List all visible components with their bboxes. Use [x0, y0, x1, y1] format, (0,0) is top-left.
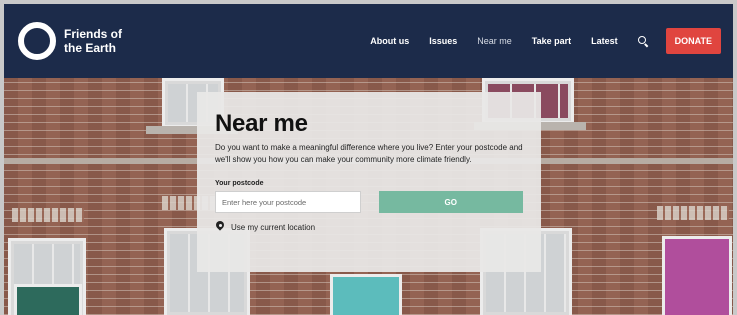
- main-nav: About us Issues Near me Take part Latest…: [350, 4, 721, 78]
- postcode-form: GO: [215, 191, 523, 213]
- site-header: Friends of the Earth About us Issues Nea…: [4, 4, 733, 78]
- logo[interactable]: Friends of the Earth: [18, 22, 134, 60]
- map-pin-icon: [215, 221, 225, 233]
- near-me-description: Do you want to make a meaningful differe…: [215, 143, 523, 164]
- use-current-location-label: Use my current location: [231, 222, 316, 232]
- near-me-card: Near me Do you want to make a meaningful…: [197, 92, 541, 272]
- logo-text: Friends of the Earth: [64, 27, 123, 55]
- postcode-input[interactable]: [215, 191, 361, 213]
- go-button[interactable]: GO: [378, 191, 523, 213]
- use-current-location-link[interactable]: Use my current location: [215, 221, 523, 233]
- page: Friends of the Earth About us Issues Nea…: [4, 4, 733, 315]
- door-magenta: [662, 236, 732, 315]
- postcode-label: Your postcode: [215, 180, 264, 187]
- nav-item-near-me[interactable]: Near me: [477, 36, 512, 46]
- door-green: [14, 284, 82, 315]
- page-title: Near me: [215, 110, 308, 137]
- logo-ring-icon: [18, 22, 56, 60]
- door-teal: [330, 274, 402, 315]
- brick-arch: [657, 206, 729, 220]
- donate-button[interactable]: DONATE: [665, 28, 721, 54]
- nav-item-issues[interactable]: Issues: [429, 36, 457, 46]
- brick-arch: [12, 208, 84, 222]
- nav-item-about-us[interactable]: About us: [370, 36, 409, 46]
- nav-item-latest[interactable]: Latest: [591, 36, 618, 46]
- search-icon[interactable]: [637, 36, 648, 46]
- nav-item-take-part[interactable]: Take part: [532, 36, 571, 46]
